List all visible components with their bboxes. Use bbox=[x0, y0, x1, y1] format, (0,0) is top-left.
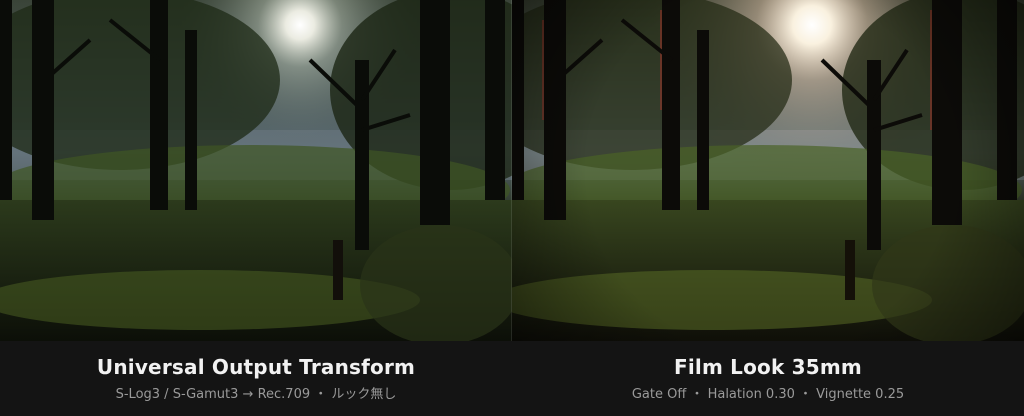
left-caption: Universal Output Transform S-Log3 / S-Ga… bbox=[0, 341, 512, 416]
forest-photo-film-look bbox=[512, 0, 1024, 341]
left-caption-title: Universal Output Transform bbox=[96, 355, 416, 379]
right-caption-subtitle: Gate Off ・ Halation 0.30 ・ Vignette 0.25 bbox=[631, 387, 905, 402]
right-caption-title: Film Look 35mm bbox=[674, 355, 862, 379]
comparison-frame: Universal Output Transform S-Log3 / S-Ga… bbox=[0, 0, 1024, 416]
panel-divider bbox=[511, 0, 512, 341]
forest-photo-neutral bbox=[0, 0, 512, 341]
right-photo-panel bbox=[512, 0, 1024, 341]
comparison-images bbox=[0, 0, 1024, 341]
caption-bar: Universal Output Transform S-Log3 / S-Ga… bbox=[0, 341, 1024, 416]
left-photo-panel bbox=[0, 0, 512, 341]
left-caption-subtitle: S-Log3 / S-Gamut3 → Rec.709 ・ ルック無し bbox=[115, 387, 397, 402]
right-caption: Film Look 35mm Gate Off ・ Halation 0.30 … bbox=[512, 341, 1024, 416]
